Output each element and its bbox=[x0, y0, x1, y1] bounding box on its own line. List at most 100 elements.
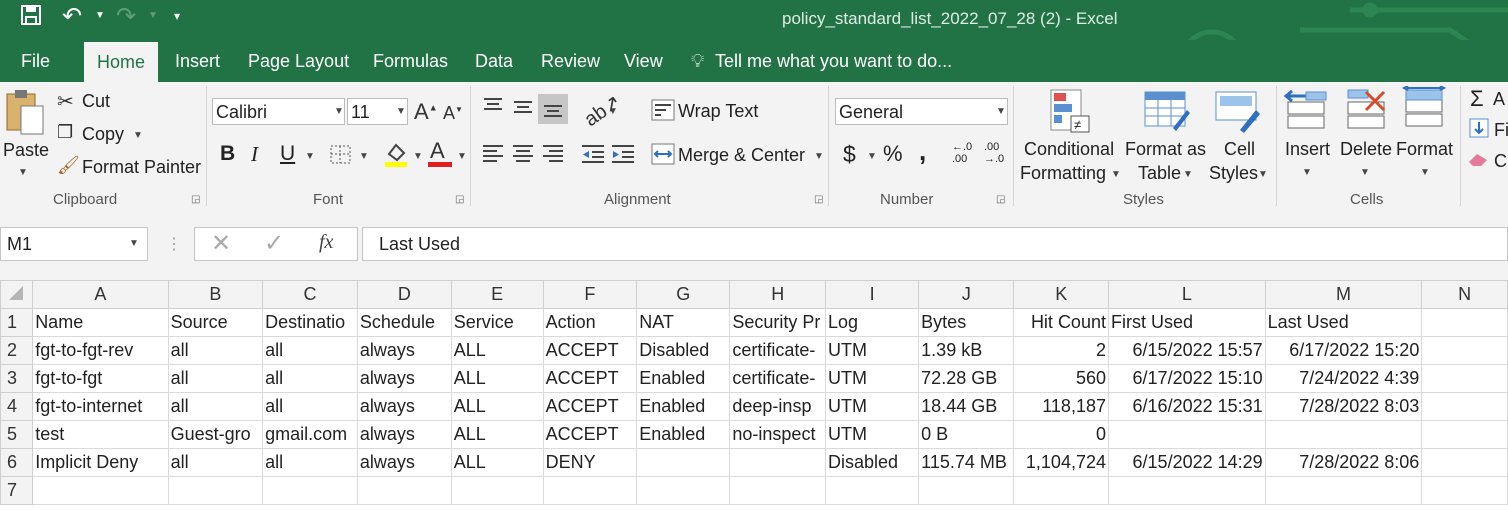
row-header[interactable]: 7 bbox=[0, 476, 34, 505]
column-header-e[interactable]: E bbox=[450, 280, 544, 309]
tab-view[interactable]: View bbox=[624, 51, 663, 72]
cell-f6[interactable]: DENY bbox=[542, 448, 638, 477]
cell-j7[interactable] bbox=[918, 476, 1015, 505]
cell-l5[interactable] bbox=[1107, 420, 1266, 449]
decrease-indent-icon[interactable] bbox=[581, 143, 605, 170]
cell-l3[interactable]: 6/17/2022 15:10 bbox=[1107, 364, 1266, 393]
paste-icon[interactable] bbox=[5, 88, 47, 143]
cell-f7[interactable] bbox=[542, 476, 638, 505]
cell-a2[interactable]: fgt-to-fgt-rev bbox=[32, 336, 169, 365]
column-header-k[interactable]: K bbox=[1013, 280, 1109, 309]
borders-icon[interactable] bbox=[330, 145, 352, 170]
cell-b3[interactable]: all bbox=[167, 364, 264, 393]
percent-button[interactable]: % bbox=[883, 141, 903, 167]
cell-l2[interactable]: 6/15/2022 15:57 bbox=[1107, 336, 1266, 365]
cell-g4[interactable]: Enabled bbox=[636, 392, 731, 421]
cell-h6[interactable] bbox=[729, 448, 826, 477]
cell-c1[interactable]: Destinatio bbox=[262, 308, 358, 337]
cell-i5[interactable]: UTM bbox=[824, 420, 920, 449]
cancel-icon[interactable]: ✕ bbox=[211, 229, 231, 258]
insert-function-button[interactable]: fx bbox=[319, 231, 333, 254]
tell-me-search[interactable]: Tell me what you want to do... bbox=[715, 51, 952, 72]
tab-file[interactable]: File bbox=[21, 51, 50, 72]
cell-d7[interactable] bbox=[356, 476, 452, 505]
format-table-dropdown-icon[interactable]: ▼ bbox=[1183, 169, 1193, 180]
number-format-dropdown-icon[interactable]: ▼ bbox=[996, 106, 1006, 117]
insert-cells-button[interactable]: Insert bbox=[1285, 139, 1330, 160]
cell-d6[interactable]: always bbox=[356, 448, 452, 477]
cell-m1[interactable]: Last Used bbox=[1264, 308, 1423, 337]
cell-d2[interactable]: always bbox=[356, 336, 452, 365]
cell-g5[interactable]: Enabled bbox=[636, 420, 731, 449]
cell-i2[interactable]: UTM bbox=[824, 336, 920, 365]
cell-f3[interactable]: ACCEPT bbox=[542, 364, 638, 393]
cell-m4[interactable]: 7/28/2022 8:03 bbox=[1264, 392, 1423, 421]
tab-insert[interactable]: Insert bbox=[175, 51, 220, 72]
row-header[interactable]: 3 bbox=[0, 364, 34, 393]
orientation-dropdown-icon[interactable]: ▼ bbox=[608, 106, 618, 117]
borders-dropdown-icon[interactable]: ▼ bbox=[359, 151, 369, 162]
italic-button[interactable]: I bbox=[251, 142, 258, 167]
cell-g1[interactable]: NAT bbox=[636, 308, 731, 337]
cell-a3[interactable]: fgt-to-fgt bbox=[32, 364, 169, 393]
paste-dropdown-icon[interactable]: ▼ bbox=[18, 167, 28, 178]
cell-e3[interactable]: ALL bbox=[450, 364, 544, 393]
column-header-a[interactable]: A bbox=[32, 280, 169, 309]
cell-b7[interactable] bbox=[167, 476, 264, 505]
merge-dropdown-icon[interactable]: ▼ bbox=[814, 151, 824, 162]
cell-styles-dropdown-icon[interactable]: ▼ bbox=[1258, 169, 1268, 180]
cell-n1[interactable] bbox=[1421, 308, 1508, 337]
cell-f4[interactable]: ACCEPT bbox=[542, 392, 638, 421]
cell-j2[interactable]: 1.39 kB bbox=[918, 336, 1015, 365]
increase-decimal-icon[interactable]: ←.0.00 bbox=[952, 141, 972, 165]
cell-m6[interactable]: 7/28/2022 8:06 bbox=[1264, 448, 1423, 477]
cell-h4[interactable]: deep-insp bbox=[729, 392, 826, 421]
autosum-icon[interactable]: Σ bbox=[1470, 86, 1484, 112]
cell-g7[interactable] bbox=[636, 476, 731, 505]
cell-m5[interactable] bbox=[1264, 420, 1423, 449]
cell-j6[interactable]: 115.74 MB bbox=[918, 448, 1015, 477]
increase-font-icon[interactable]: A▲ bbox=[414, 99, 438, 125]
cell-h1[interactable]: Security Pr bbox=[729, 308, 826, 337]
currency-dropdown-icon[interactable]: ▼ bbox=[867, 151, 877, 162]
cell-k6[interactable]: 1,104,724 bbox=[1013, 448, 1109, 477]
font-launcher-icon[interactable]: ◲ bbox=[455, 194, 464, 205]
comma-button[interactable]: , bbox=[919, 136, 926, 167]
cell-j5[interactable]: 0 B bbox=[918, 420, 1015, 449]
align-middle-icon[interactable] bbox=[512, 96, 534, 121]
wrap-text-button[interactable]: Wrap Text bbox=[678, 101, 758, 122]
increase-indent-icon[interactable] bbox=[611, 143, 635, 170]
cell-d5[interactable]: always bbox=[356, 420, 452, 449]
formula-bar-resize-icon[interactable]: ⋮ bbox=[166, 234, 182, 254]
cell-styles-button[interactable]: Cell bbox=[1224, 139, 1255, 160]
cell-e1[interactable]: Service bbox=[450, 308, 544, 337]
cell-i7[interactable] bbox=[824, 476, 920, 505]
cell-a4[interactable]: fgt-to-internet bbox=[32, 392, 169, 421]
underline-dropdown-icon[interactable]: ▼ bbox=[305, 151, 315, 162]
cell-b1[interactable]: Source bbox=[167, 308, 264, 337]
tab-page-layout[interactable]: Page Layout bbox=[248, 51, 349, 72]
underline-button[interactable]: U bbox=[280, 142, 295, 166]
cell-g2[interactable]: Disabled bbox=[636, 336, 731, 365]
cell-n4[interactable] bbox=[1421, 392, 1508, 421]
row-header[interactable]: 4 bbox=[0, 392, 34, 421]
font-color-dropdown-icon[interactable]: ▼ bbox=[457, 151, 467, 162]
cell-j1[interactable]: Bytes bbox=[918, 308, 1015, 337]
cell-n3[interactable] bbox=[1421, 364, 1508, 393]
decrease-decimal-icon[interactable]: .00 →.0 bbox=[984, 141, 1004, 165]
cell-e4[interactable]: ALL bbox=[450, 392, 544, 421]
font-name-dropdown-icon[interactable]: ▼ bbox=[334, 106, 344, 117]
column-header-c[interactable]: C bbox=[262, 280, 358, 309]
cell-m3[interactable]: 7/24/2022 4:39 bbox=[1264, 364, 1423, 393]
cell-c3[interactable]: all bbox=[262, 364, 358, 393]
cell-l1[interactable]: First Used bbox=[1107, 308, 1266, 337]
cell-i4[interactable]: UTM bbox=[824, 392, 920, 421]
row-header[interactable]: 1 bbox=[0, 308, 34, 337]
cell-j4[interactable]: 18.44 GB bbox=[918, 392, 1015, 421]
cell-c4[interactable]: all bbox=[262, 392, 358, 421]
tab-formulas[interactable]: Formulas bbox=[373, 51, 448, 72]
cell-c5[interactable]: gmail.com bbox=[262, 420, 358, 449]
conditional-formatting-button[interactable]: Conditional bbox=[1024, 139, 1114, 160]
font-color-icon[interactable]: A bbox=[426, 138, 454, 173]
cell-k2[interactable]: 2 bbox=[1013, 336, 1109, 365]
